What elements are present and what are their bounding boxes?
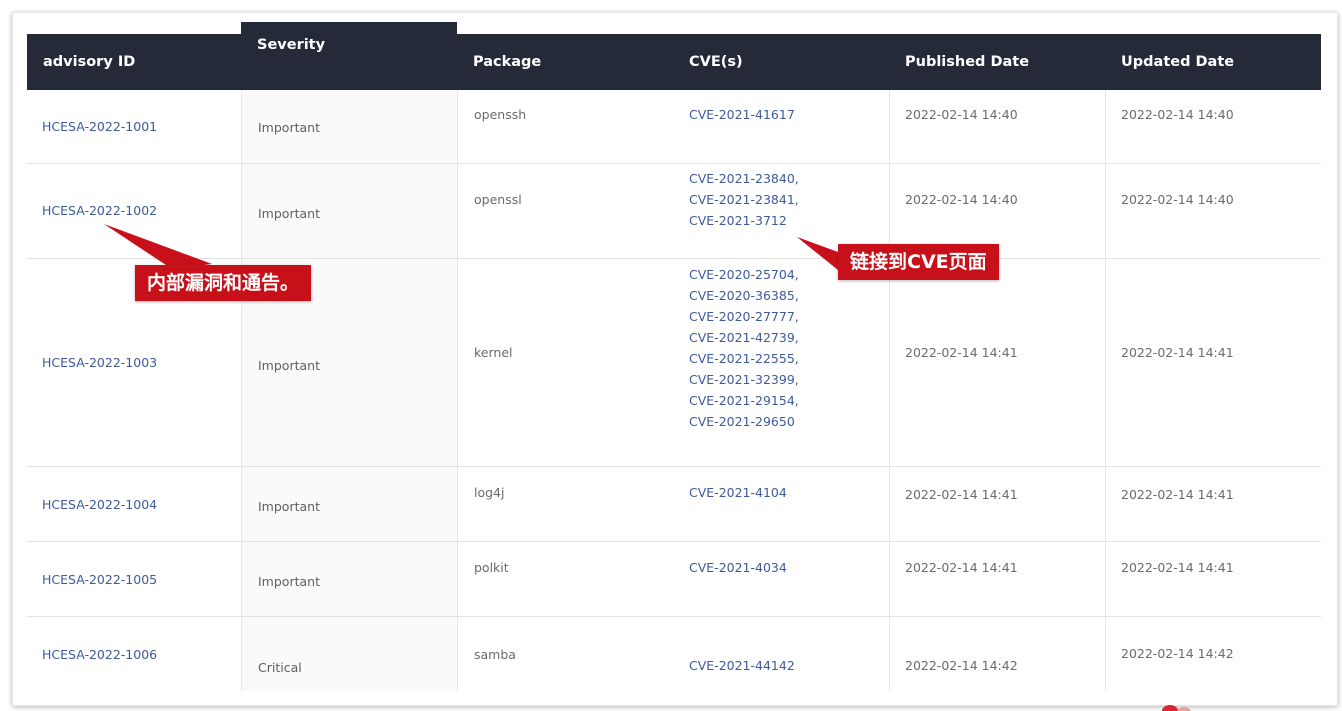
package-name: log4j (474, 485, 505, 500)
updated-date: 2022-02-14 14:41 (1121, 560, 1234, 575)
package-name: openssh (474, 107, 527, 122)
cve-list: CVE-2021-4034 (689, 557, 787, 578)
cve-list: CVE-2021-4104 (689, 482, 787, 503)
header-advisory-id[interactable]: advisory ID (27, 34, 241, 90)
published-date: 2022-02-14 14:41 (905, 345, 1018, 360)
cve-link[interactable]: CVE-2021-22555, (689, 348, 799, 369)
cve-link[interactable]: CVE-2021-32399, (689, 369, 799, 390)
package-name: openssl (474, 192, 522, 207)
cve-link[interactable]: CVE-2021-23841, (689, 189, 799, 210)
advisory-table: advisory ID Severity Package CVE(s) Publ… (27, 22, 1321, 691)
severity-value: Critical (258, 660, 302, 675)
cve-callout: 链接到CVE页面 (838, 244, 999, 280)
header-package[interactable]: Package (457, 34, 673, 90)
header-severity[interactable]: Severity (241, 22, 457, 90)
cve-link[interactable]: CVE-2021-29650 (689, 411, 799, 432)
updated-date: 2022-02-14 14:41 (1121, 487, 1234, 502)
published-date: 2022-02-14 14:42 (905, 658, 1018, 673)
package-name: samba (474, 647, 516, 662)
updated-date: 2022-02-14 14:40 (1121, 192, 1234, 207)
advisory-id-link[interactable]: HCESA-2022-1003 (42, 352, 157, 373)
cve-link[interactable]: CVE-2021-44142 (689, 655, 795, 676)
cve-link[interactable]: CVE-2020-27777, (689, 306, 799, 327)
cve-link[interactable]: CVE-2020-25704, (689, 264, 799, 285)
cve-link[interactable]: CVE-2020-36385, (689, 285, 799, 306)
header-cves[interactable]: CVE(s) (673, 34, 889, 90)
cve-list: CVE-2020-25704, CVE-2020-36385, CVE-2020… (689, 264, 799, 432)
row-divider (27, 163, 1321, 164)
cve-link[interactable]: CVE-2021-23840, (689, 168, 799, 189)
row-divider (27, 466, 1321, 467)
row-divider (27, 541, 1321, 542)
cve-link[interactable]: CVE-2021-4104 (689, 482, 787, 503)
updated-date: 2022-02-14 14:40 (1121, 107, 1234, 122)
cve-link[interactable]: CVE-2021-4034 (689, 557, 787, 578)
cve-list: CVE-2021-44142 (689, 655, 795, 676)
published-date: 2022-02-14 14:41 (905, 487, 1018, 502)
row-divider (27, 616, 1321, 617)
decorative-shape (1162, 705, 1191, 711)
column-divider (1105, 90, 1106, 691)
advisory-id-link[interactable]: HCESA-2022-1006 (42, 644, 157, 665)
advisory-id-link[interactable]: HCESA-2022-1001 (42, 116, 157, 137)
cve-link[interactable]: CVE-2021-29154, (689, 390, 799, 411)
cve-link[interactable]: CVE-2021-3712 (689, 210, 799, 231)
cve-link[interactable]: CVE-2021-42739, (689, 327, 799, 348)
severity-value: Important (258, 358, 320, 373)
updated-date: 2022-02-14 14:42 (1121, 646, 1234, 661)
published-date: 2022-02-14 14:40 (905, 192, 1018, 207)
severity-value: Important (258, 120, 320, 135)
package-name: polkit (474, 560, 509, 575)
package-name: kernel (474, 345, 513, 360)
header-published-date[interactable]: Published Date (889, 34, 1105, 90)
updated-date: 2022-02-14 14:41 (1121, 345, 1234, 360)
cve-link[interactable]: CVE-2021-41617 (689, 104, 795, 125)
column-divider (889, 90, 890, 691)
advisory-callout: 内部漏洞和通告。 (135, 265, 312, 301)
header-updated-date[interactable]: Updated Date (1105, 34, 1321, 90)
row-divider (27, 258, 1321, 259)
column-divider (457, 90, 458, 691)
published-date: 2022-02-14 14:40 (905, 107, 1018, 122)
advisory-id-link[interactable]: HCESA-2022-1005 (42, 569, 157, 590)
cve-list: CVE-2021-41617 (689, 104, 795, 125)
severity-value: Important (258, 499, 320, 514)
severity-value: Important (258, 206, 320, 221)
advisory-id-link[interactable]: HCESA-2022-1004 (42, 494, 157, 515)
published-date: 2022-02-14 14:41 (905, 560, 1018, 575)
cve-list: CVE-2021-23840, CVE-2021-23841, CVE-2021… (689, 168, 799, 231)
severity-value: Important (258, 574, 320, 589)
advisory-id-link[interactable]: HCESA-2022-1002 (42, 200, 157, 221)
column-divider (241, 90, 242, 691)
